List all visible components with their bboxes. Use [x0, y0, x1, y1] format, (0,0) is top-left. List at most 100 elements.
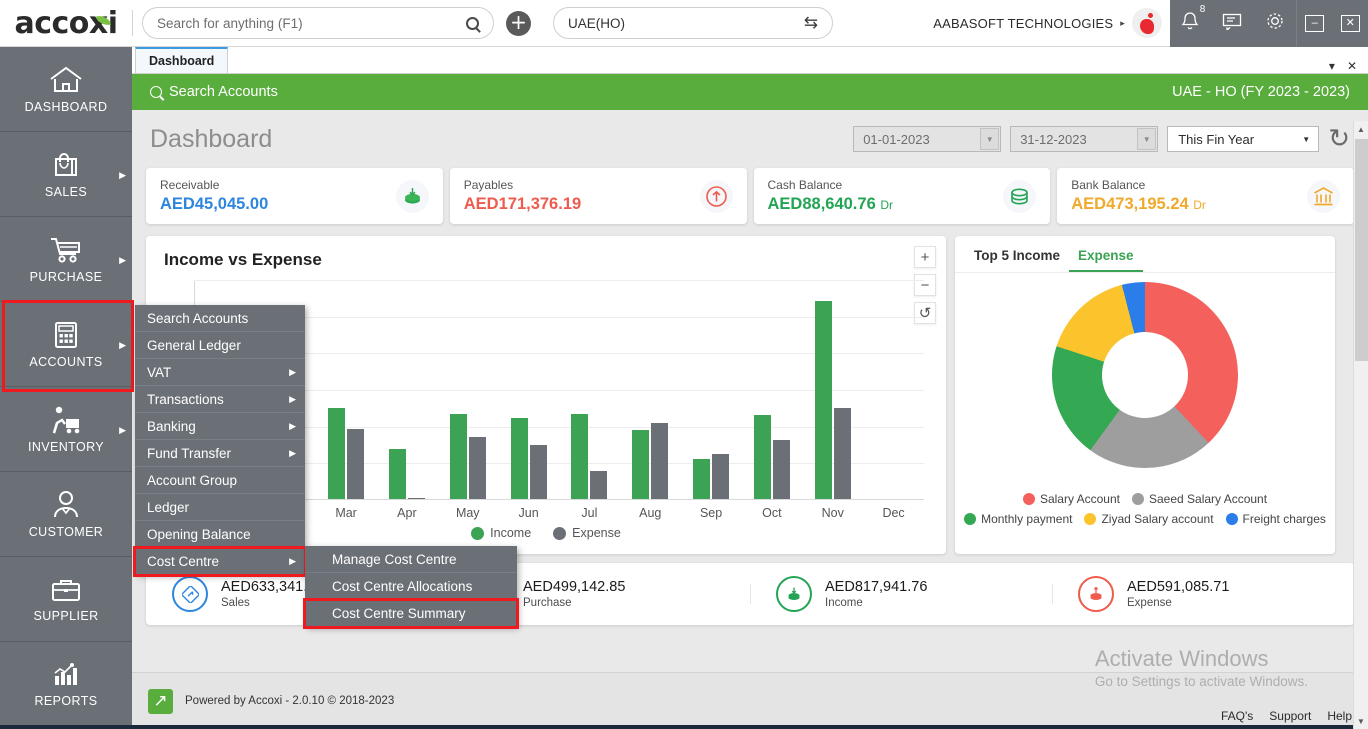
tab-dashboard[interactable]: Dashboard	[135, 47, 228, 73]
tab-close-icon[interactable]: ✕	[1347, 59, 1357, 73]
summary-item-expense[interactable]: AED591,085.71 Expense	[1052, 576, 1354, 612]
summary-item-income[interactable]: AED817,941.76 Income	[750, 576, 1052, 612]
bar-income[interactable]	[632, 430, 649, 499]
bar-group[interactable]	[815, 301, 851, 499]
menu-item-opening-balance[interactable]: Opening Balance	[135, 521, 305, 548]
menu-item-account-group[interactable]: Account Group	[135, 467, 305, 494]
chevron-right-icon: ▶	[289, 556, 296, 567]
bar-group[interactable]	[511, 418, 547, 499]
scroll-up-button[interactable]: ▲	[1354, 121, 1368, 137]
bar-income[interactable]	[815, 301, 832, 499]
bar-expense[interactable]	[834, 408, 851, 499]
panels-row: Income vs Expense + − ↺ IncomeExpense Ja…	[132, 224, 1368, 554]
bar-group[interactable]	[571, 414, 607, 499]
bar-expense[interactable]	[590, 471, 607, 499]
search-icon[interactable]	[466, 17, 479, 30]
branch-selector[interactable]: UAE(HO) ⇆	[553, 7, 833, 39]
bar-income[interactable]	[328, 408, 345, 499]
bar-group[interactable]	[632, 423, 668, 499]
global-search[interactable]	[142, 7, 494, 39]
menu-item-vat[interactable]: VAT▶	[135, 359, 305, 386]
tab-list-caret-icon[interactable]: ▾	[1329, 59, 1335, 73]
kpi-card-bank-balance[interactable]: Bank Balance AED473,195.24 Dr	[1057, 168, 1354, 224]
bar-group[interactable]	[754, 415, 790, 499]
bar-income[interactable]	[693, 459, 710, 499]
add-new-button[interactable]: +	[506, 11, 531, 36]
faq-link[interactable]: FAQ's	[1221, 709, 1253, 723]
tab-expense[interactable]: Expense	[1069, 244, 1143, 272]
bar-group[interactable]	[693, 454, 729, 499]
minimize-button[interactable]: –	[1305, 15, 1324, 32]
help-link[interactable]: Help	[1327, 709, 1352, 723]
scrollbar-thumb[interactable]	[1355, 139, 1368, 361]
bar-income[interactable]	[511, 418, 528, 499]
gear-icon[interactable]	[1265, 11, 1285, 36]
company-menu[interactable]: AABASOFT TECHNOLOGIES ▸	[933, 8, 1170, 38]
menu-item-banking[interactable]: Banking▶	[135, 413, 305, 440]
sidebar-item-accounts[interactable]: ACCOUNTS ▶	[0, 302, 132, 387]
menu-item-general-ledger[interactable]: General Ledger	[135, 332, 305, 359]
scroll-down-button[interactable]: ▼	[1354, 713, 1368, 729]
sidebar-item-dashboard[interactable]: DASHBOARD	[0, 47, 132, 132]
sidebar-item-customer[interactable]: CUSTOMER	[0, 472, 132, 557]
date-from-dropdown-icon[interactable]: ▼	[980, 128, 999, 150]
bell-icon[interactable]: 8	[1181, 11, 1199, 36]
expense-donut-chart[interactable]	[1052, 282, 1238, 468]
bar-expense[interactable]	[530, 445, 547, 499]
menu-item-ledger[interactable]: Ledger	[135, 494, 305, 521]
support-link[interactable]: Support	[1269, 709, 1311, 723]
submenu-item-cost-centre-summary[interactable]: Cost Centre Summary	[305, 600, 517, 627]
bar-income[interactable]	[754, 415, 771, 499]
date-from-field[interactable]: 01-01-2023 ▼	[853, 126, 1001, 152]
bar-expense[interactable]	[773, 440, 790, 499]
refresh-icon[interactable]: ↻	[1328, 124, 1350, 154]
bar-group[interactable]	[450, 414, 486, 499]
x-axis-label: Sep	[688, 506, 734, 520]
pie-legend-item[interactable]: Freight charges	[1226, 512, 1326, 526]
menu-item-fund-transfer[interactable]: Fund Transfer▶	[135, 440, 305, 467]
bar-expense[interactable]	[712, 454, 729, 499]
bar-income[interactable]	[389, 449, 406, 499]
zoom-in-button[interactable]: +	[914, 246, 936, 268]
x-axis-label: May	[445, 506, 491, 520]
left-sidebar: DASHBOARD SALES ▶ PURCHASE ▶ ACCOUNTS ▶ …	[0, 47, 132, 729]
menu-item-search-accounts[interactable]: Search Accounts	[135, 305, 305, 332]
submenu-item-cost-centre-allocations[interactable]: Cost Centre Allocations	[305, 573, 517, 600]
kpi-card-receivable[interactable]: Receivable AED45,045.00	[146, 168, 443, 224]
close-button[interactable]: ✕	[1341, 15, 1360, 32]
search-input[interactable]	[157, 16, 466, 31]
sidebar-item-sales[interactable]: SALES ▶	[0, 132, 132, 217]
kpi-card-payables[interactable]: Payables AED171,376.19	[450, 168, 747, 224]
avatar[interactable]	[1132, 8, 1162, 38]
pie-legend-item[interactable]: Saeed Salary Account	[1132, 492, 1267, 506]
vertical-scrollbar[interactable]: ▲ ▼	[1353, 121, 1368, 729]
sidebar-item-reports[interactable]: REPORTS	[0, 642, 132, 727]
bar-expense[interactable]	[408, 498, 425, 499]
pie-legend-item[interactable]: Monthly payment	[964, 512, 1072, 526]
kpi-card-cash-balance[interactable]: Cash Balance AED88,640.76 Dr	[754, 168, 1051, 224]
swap-icon[interactable]: ⇆	[804, 13, 818, 33]
menu-item-cost-centre[interactable]: Cost Centre▶	[135, 548, 305, 575]
bar-income[interactable]	[450, 414, 467, 499]
search-accounts-button[interactable]: Search Accounts	[150, 84, 278, 100]
period-select[interactable]: This Fin Year ▼	[1167, 126, 1319, 152]
bar-expense[interactable]	[469, 437, 486, 499]
date-to-dropdown-icon[interactable]: ▼	[1137, 128, 1156, 150]
legend-item[interactable]: Expense	[553, 526, 621, 540]
sidebar-item-purchase[interactable]: PURCHASE ▶	[0, 217, 132, 302]
bar-group[interactable]	[389, 449, 425, 499]
date-to-field[interactable]: 31-12-2023 ▼	[1010, 126, 1158, 152]
tab-top5-income[interactable]: Top 5 Income	[965, 244, 1069, 272]
bar-group[interactable]	[328, 408, 364, 499]
bar-income[interactable]	[571, 414, 588, 499]
sidebar-item-supplier[interactable]: SUPPLIER	[0, 557, 132, 642]
submenu-item-manage-cost-centre[interactable]: Manage Cost Centre	[305, 546, 517, 573]
sidebar-item-inventory[interactable]: INVENTORY ▶	[0, 387, 132, 472]
message-icon[interactable]	[1222, 12, 1242, 35]
pie-legend-item[interactable]: Salary Account	[1023, 492, 1120, 506]
menu-item-transactions[interactable]: Transactions▶	[135, 386, 305, 413]
bar-expense[interactable]	[347, 429, 364, 499]
legend-item[interactable]: Income	[471, 526, 531, 540]
pie-legend-item[interactable]: Ziyad Salary account	[1084, 512, 1213, 526]
bar-expense[interactable]	[651, 423, 668, 499]
